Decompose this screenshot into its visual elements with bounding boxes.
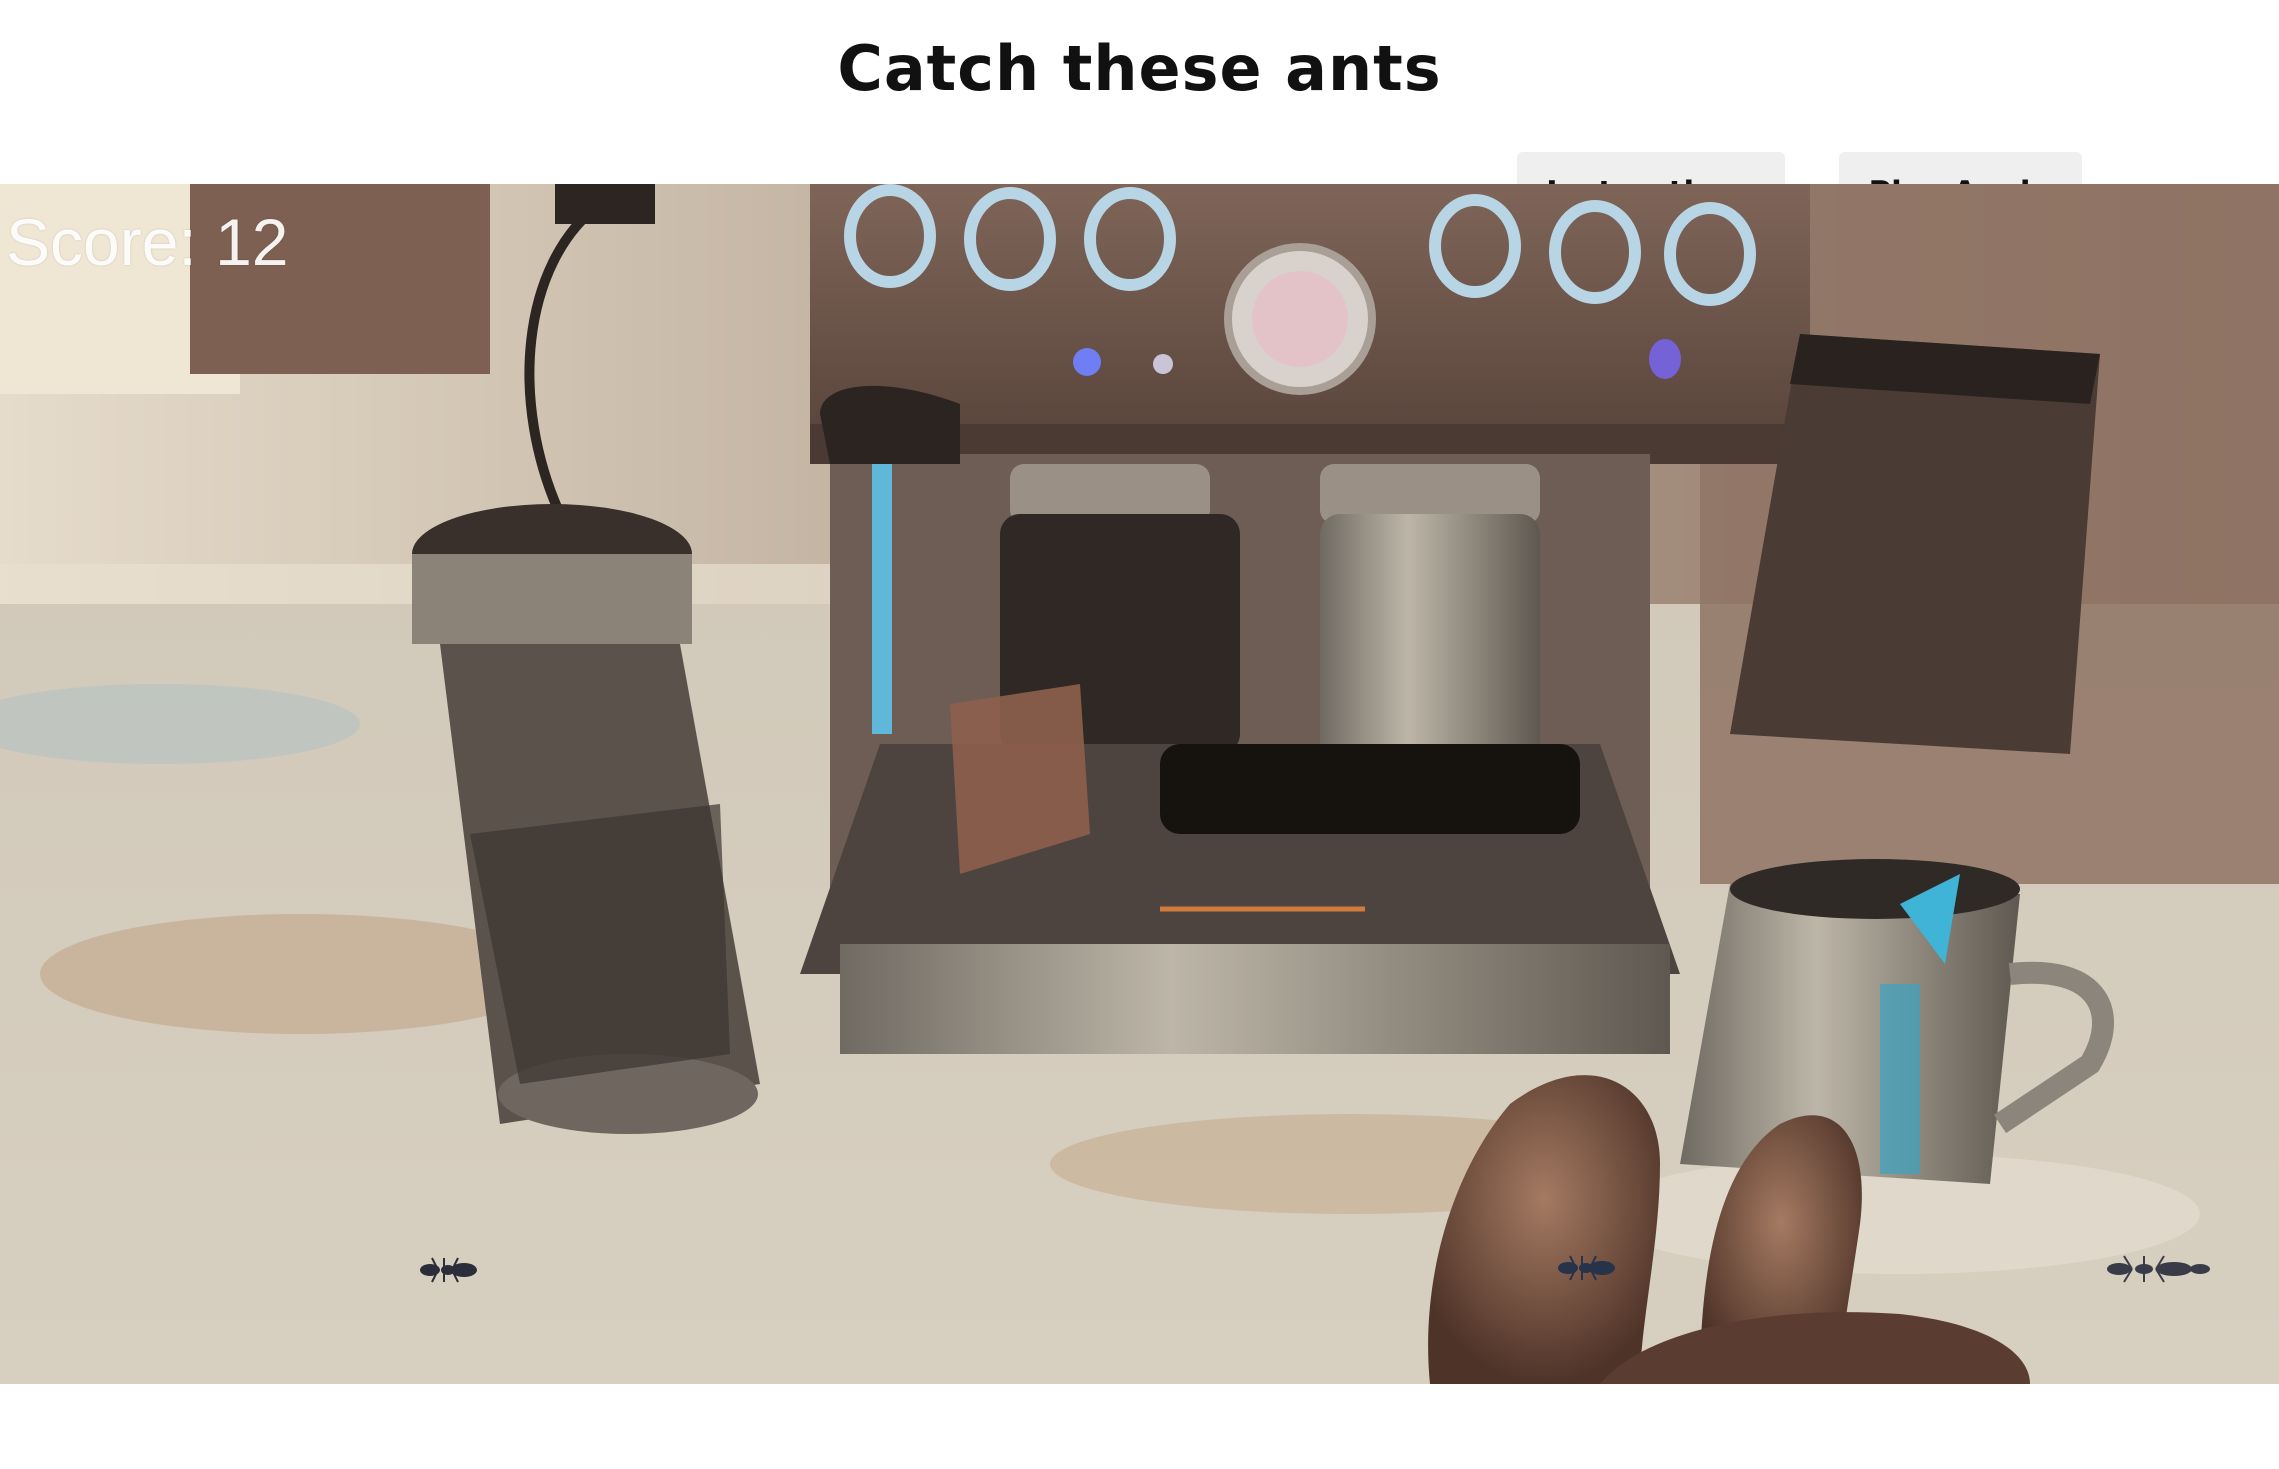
page-title: Catch these ants [837, 32, 1442, 105]
ant-sprite-3[interactable] [2104, 1254, 2214, 1284]
game-canvas[interactable]: Score: 12 [0, 184, 2279, 1384]
ant-sprite-1[interactable] [418, 1256, 488, 1284]
score-display: Score: 12 [6, 205, 289, 279]
kitchen-scene [0, 184, 2279, 1384]
ant-sprite-2[interactable] [1556, 1254, 1626, 1282]
